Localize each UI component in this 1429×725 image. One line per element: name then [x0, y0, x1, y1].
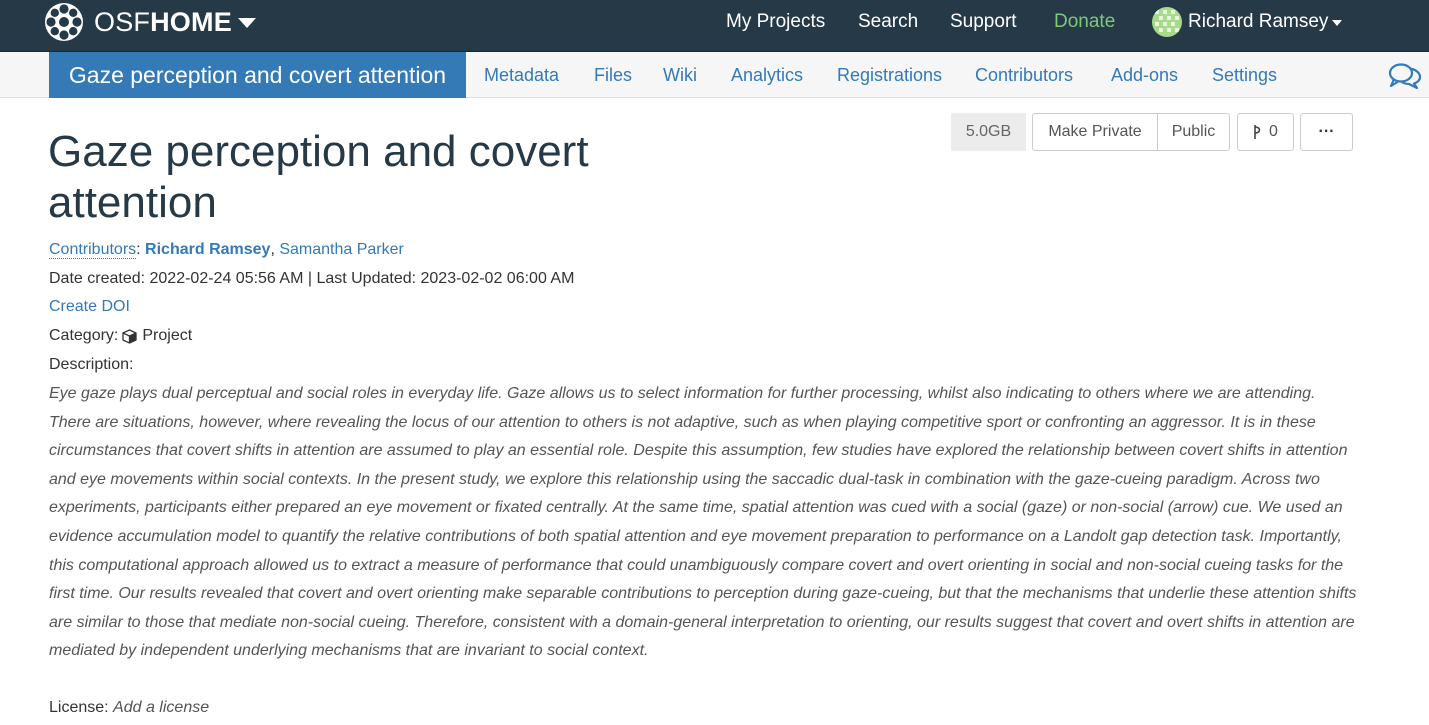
- tab-contributors[interactable]: Contributors: [975, 52, 1073, 98]
- license-row: License: Add a license: [49, 699, 209, 717]
- cube-icon: [122, 328, 138, 344]
- add-license-link[interactable]: Add a license: [113, 699, 209, 716]
- project-title-tab[interactable]: Gaze perception and covert attention: [49, 52, 466, 98]
- storage-size-badge: 5.0GB: [951, 113, 1026, 151]
- contributors-link[interactable]: Contributors: [49, 241, 137, 259]
- contributors-row: Contributors: Richard Ramsey, Samantha P…: [49, 241, 404, 259]
- public-button[interactable]: Public: [1158, 113, 1230, 151]
- category-row: Category: Project: [49, 327, 192, 345]
- fork-icon: [1253, 124, 1263, 140]
- tab-metadata[interactable]: Metadata: [484, 52, 559, 98]
- create-doi-link[interactable]: Create DOI: [49, 298, 130, 316]
- chat-bubbles-icon[interactable]: [1388, 62, 1422, 95]
- caret-down-icon: [237, 18, 256, 28]
- user-menu[interactable]: Richard Ramsey: [1152, 6, 1343, 38]
- osf-home-menu[interactable]: OSFHOME: [44, 2, 256, 42]
- project-description: Eye gaze plays dual perceptual and socia…: [49, 385, 1357, 660]
- category-value: Project: [142, 327, 193, 344]
- contributor-link[interactable]: Samantha Parker: [279, 241, 404, 258]
- nav-my-projects[interactable]: My Projects: [726, 0, 825, 44]
- nav-support[interactable]: Support: [950, 0, 1017, 44]
- brand-name: OSFHOME: [94, 6, 232, 37]
- category-label: Category:: [49, 327, 119, 344]
- make-private-button[interactable]: Make Private: [1032, 113, 1158, 151]
- osf-logo-icon: [44, 2, 84, 42]
- page-title: Gaze perception and covert attention: [48, 127, 589, 227]
- caret-down-icon: [1332, 20, 1343, 26]
- contributor-link[interactable]: Richard Ramsey: [145, 241, 270, 258]
- tab-registrations[interactable]: Registrations: [837, 52, 942, 98]
- top-navbar: OSFHOME My Projects Search Support Donat…: [0, 0, 1429, 52]
- tab-add-ons[interactable]: Add-ons: [1111, 52, 1178, 98]
- license-label: License:: [49, 699, 109, 716]
- date-info: Date created: 2022-02-24 05:56 AM | Last…: [49, 270, 575, 287]
- tab-wiki[interactable]: Wiki: [663, 52, 697, 98]
- nav-search[interactable]: Search: [858, 0, 918, 44]
- description-label: Description:: [49, 356, 134, 373]
- project-navbar: Gaze perception and covert attention Met…: [0, 52, 1429, 98]
- more-options-button[interactable]: ···: [1300, 113, 1353, 151]
- tab-analytics[interactable]: Analytics: [731, 52, 803, 98]
- fork-button[interactable]: 0: [1237, 113, 1294, 151]
- tab-files[interactable]: Files: [594, 52, 632, 98]
- nav-donate[interactable]: Donate: [1054, 0, 1115, 44]
- avatar-icon: [1152, 7, 1182, 37]
- tab-settings[interactable]: Settings: [1212, 52, 1277, 98]
- user-name: Richard Ramsey: [1188, 11, 1329, 32]
- fork-count: 0: [1269, 123, 1278, 140]
